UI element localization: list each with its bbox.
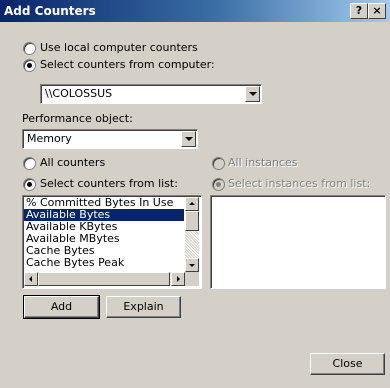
scroll-up-icon[interactable] — [185, 197, 199, 211]
instances-listbox[interactable] — [210, 195, 386, 289]
all-counters-radio[interactable] — [23, 157, 36, 170]
all-counters-label[interactable]: All counters — [40, 156, 105, 169]
counter-listbox[interactable]: % Committed Bytes In Use Available Bytes… — [22, 195, 202, 289]
horizontal-scroll-thumb[interactable] — [38, 272, 170, 286]
all-instances-label: All instances — [228, 156, 298, 169]
select-counters-label[interactable]: Select counters from list: — [40, 177, 178, 190]
list-item[interactable]: Cache Bytes Peak — [24, 257, 184, 269]
performance-object-label: Performance object: — [22, 112, 133, 125]
explain-button[interactable]: Explain — [106, 296, 181, 318]
select-instances-radio[interactable] — [212, 178, 225, 191]
scroll-left-icon[interactable] — [24, 272, 38, 286]
list-item-selected[interactable]: Available Bytes — [24, 209, 184, 221]
select-computer-radio[interactable] — [23, 59, 36, 72]
list-item[interactable]: Cache Bytes — [24, 245, 184, 257]
computer-dropdown-icon[interactable] — [245, 86, 260, 102]
all-instances-radio[interactable] — [212, 157, 225, 170]
list-item[interactable]: % Committed Bytes In Use — [24, 197, 184, 209]
performance-object-combobox[interactable]: Memory — [22, 129, 198, 149]
help-button[interactable]: ? — [350, 3, 368, 19]
scroll-down-icon[interactable] — [185, 258, 199, 272]
close-button[interactable]: Close — [310, 353, 385, 375]
computer-combobox[interactable]: \\COLOSSUS — [40, 84, 262, 104]
use-local-label[interactable]: Use local computer counters — [40, 41, 198, 54]
performance-object-dropdown-icon[interactable] — [181, 131, 196, 147]
select-instances-label: Select instances from list: — [228, 177, 371, 190]
add-button[interactable]: Add — [23, 295, 100, 319]
list-item[interactable]: Available KBytes — [24, 221, 184, 233]
scroll-right-icon[interactable] — [171, 272, 185, 286]
window-title: Add Counters — [4, 4, 96, 18]
select-computer-label[interactable]: Select counters from computer: — [40, 58, 215, 71]
scrollbar-corner — [185, 272, 199, 286]
title-bar[interactable]: Add Counters ? × — [0, 0, 390, 22]
close-window-button[interactable]: × — [368, 3, 386, 19]
use-local-radio[interactable] — [23, 42, 36, 55]
select-counters-radio[interactable] — [23, 178, 36, 191]
computer-value: \\COLOSSUS — [45, 87, 113, 100]
performance-object-value: Memory — [27, 132, 72, 145]
vertical-scroll-thumb[interactable] — [185, 211, 199, 231]
list-item[interactable]: Available MBytes — [24, 233, 184, 245]
